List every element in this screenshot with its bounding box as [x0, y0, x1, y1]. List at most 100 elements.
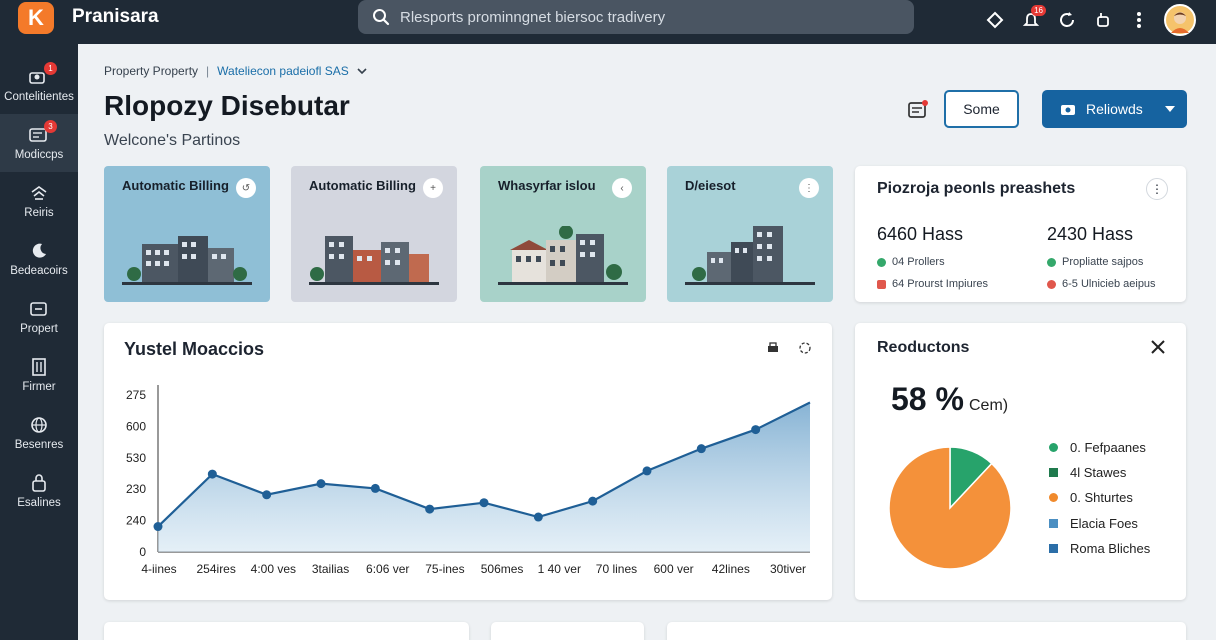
- sidebar-item-propert[interactable]: Propert: [0, 288, 78, 346]
- legend-label: 4l Stawes: [1070, 465, 1127, 481]
- search-bar[interactable]: [358, 0, 914, 34]
- sidebar-item-firmer[interactable]: Firmer: [0, 346, 78, 404]
- more-vertical-icon[interactable]: ⋮: [1146, 178, 1168, 200]
- stat-row: 6-5 Ulnicieb aeipus: [1047, 278, 1156, 290]
- stats-card: Piozroja peonls preashets ⋮ 6460 Hass 24…: [855, 166, 1186, 302]
- data-point: [588, 496, 598, 506]
- stat-row-label: 64 Prourst Impiures: [892, 278, 988, 290]
- legend-marker: [1049, 543, 1058, 553]
- breadcrumb-item[interactable]: Property Property: [104, 64, 198, 78]
- legend-item: 4l Stawes: [1049, 460, 1150, 485]
- app-title: Pranisara: [72, 6, 159, 27]
- data-point: [696, 444, 706, 454]
- stat-row: Propliatte sajpos: [1047, 256, 1143, 268]
- reliowds-button[interactable]: Reliowds: [1042, 90, 1187, 128]
- data-point: [153, 522, 163, 532]
- refresh-icon[interactable]: ↺: [236, 178, 256, 198]
- stat-value: 2430 Hass: [1047, 224, 1134, 244]
- app-logo[interactable]: K: [18, 2, 54, 34]
- property-card[interactable]: Automatic Billing +: [291, 166, 457, 302]
- user-avatar[interactable]: [1164, 4, 1196, 36]
- data-point: [370, 483, 380, 493]
- reductions-percent-unit: Cem): [969, 397, 1009, 414]
- legend-label: Elacia Foes: [1070, 515, 1138, 531]
- x-tick-label: 254ires: [197, 562, 236, 576]
- stat-row-label: Propliatte sajpos: [1062, 256, 1144, 268]
- refresh-icon[interactable]: [1056, 9, 1078, 31]
- breadcrumb-link[interactable]: Wateliecon padeiofl SAS: [217, 64, 349, 78]
- stat-row-label: 6-5 Ulnicieb aeipus: [1062, 278, 1156, 290]
- y-tick-label: 275: [126, 388, 146, 402]
- legend: 0. Fefpaanes 4l Stawes 0. Shturtes Elacia F…: [1049, 435, 1150, 561]
- page-title: Rlopozy Disebutar: [104, 90, 350, 121]
- search-input[interactable]: [400, 8, 880, 26]
- legend-label: 0. Shturtes: [1070, 490, 1133, 506]
- x-tick-label: 70 lines: [596, 562, 637, 576]
- property-card-title: D/eiesot: [685, 178, 736, 193]
- sidebar-item-label: Reiris: [24, 206, 54, 219]
- top-icons: 16: [984, 4, 1196, 36]
- sidebar-item-modiccps[interactable]: 3 Modiccps: [0, 114, 78, 172]
- data-point: [642, 466, 652, 476]
- y-tick-label: 530: [126, 451, 146, 465]
- hand-icon[interactable]: [1092, 9, 1114, 31]
- data-point: [533, 512, 543, 522]
- reductions-card: Reoductons 58 % Cem) 0. Fefpaanes 4l Staw…: [855, 323, 1186, 600]
- legend-item: 0. Shturtes: [1049, 485, 1150, 510]
- users-icon: 1: [29, 61, 57, 86]
- sidebar-item-reiris[interactable]: Reiris: [0, 172, 78, 230]
- property-card[interactable]: Whasyrfar islou ‹: [480, 166, 646, 302]
- sidebar-item-label: Esalines: [17, 496, 61, 509]
- property-card-title: Whasyrfar islou: [498, 178, 596, 193]
- sidebar-item-label: Besenres: [14, 438, 64, 451]
- property-icon: [29, 300, 49, 318]
- down-indicator-icon: [877, 279, 886, 289]
- notifications-icon[interactable]: 16: [1020, 5, 1046, 31]
- legend-marker: [1049, 443, 1058, 453]
- building-illustration: [122, 236, 252, 285]
- reductions-title: Reoductons: [877, 339, 970, 356]
- sidebar-item-label: Firmer: [22, 380, 56, 393]
- chevron-down-icon[interactable]: [357, 67, 367, 75]
- property-card-title: Automatic Billing: [122, 178, 229, 193]
- breadcrumb-separator: |: [206, 64, 210, 78]
- diamond-icon[interactable]: [984, 9, 1006, 31]
- x-tick-label: 42lines: [712, 562, 750, 576]
- sidebar-item-label: Modiccps: [14, 148, 64, 161]
- sidebar-item-esalines[interactable]: Esalines: [0, 462, 78, 520]
- bottom-card: [491, 622, 644, 640]
- sidebar-badge: 1: [44, 61, 57, 75]
- x-tick-label: 6:06 ver: [366, 562, 409, 576]
- globe-icon: [29, 416, 49, 434]
- property-card[interactable]: Automatic Billing ↺: [104, 166, 270, 302]
- x-tick-label: 75-ines: [425, 562, 464, 576]
- add-icon[interactable]: +: [423, 178, 443, 198]
- legend-marker: [1049, 518, 1058, 528]
- bottom-card: [104, 622, 469, 640]
- search-icon: [373, 9, 390, 26]
- more-vertical-icon[interactable]: ⋮: [799, 178, 819, 198]
- stat-value: 6460 Hass: [877, 224, 964, 244]
- data-point: [316, 479, 326, 489]
- up-indicator-icon: [877, 257, 886, 267]
- property-card-title: Automatic Billing: [309, 178, 416, 193]
- building-illustration: [685, 226, 815, 285]
- back-icon[interactable]: ‹: [612, 178, 632, 198]
- breadcrumb: Property Property | Wateliecon padeiofl …: [104, 64, 367, 78]
- sidebar-item-besenres[interactable]: Besenres: [0, 404, 78, 462]
- sidebar-item-bedeacoirs[interactable]: Bedeacoirs: [0, 230, 78, 288]
- more-vertical-icon[interactable]: [1128, 9, 1150, 31]
- building-icon: [29, 357, 49, 376]
- pie-chart: [888, 446, 1012, 570]
- sidebar-item-contelitientes[interactable]: 1 Contelitientes: [0, 56, 78, 114]
- property-card[interactable]: D/eiesot ⋮: [667, 166, 833, 302]
- bottom-card: [667, 622, 1186, 640]
- legend-label: 0. Fefpaanes: [1070, 440, 1146, 456]
- data-point: [425, 504, 435, 514]
- report-icon[interactable]: [906, 98, 930, 122]
- moon-icon: [29, 242, 49, 260]
- line-chart: 275 600 530 230 240 0 4-iines 254ires 4:00 ves 3t…: [126, 385, 811, 576]
- some-button[interactable]: Some: [944, 90, 1019, 128]
- close-icon[interactable]: [1150, 335, 1166, 361]
- sidebar: 1 Contelitientes 3 Modiccps Reiris Bedea…: [0, 44, 78, 640]
